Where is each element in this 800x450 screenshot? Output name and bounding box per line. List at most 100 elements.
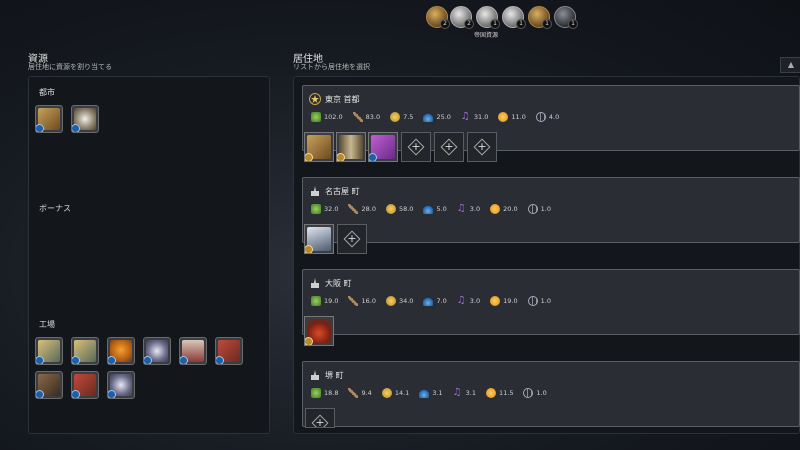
- yield-food-value: 102.0: [324, 113, 343, 121]
- assign-badge-icon: [72, 124, 80, 132]
- music-note-icon: ♫: [460, 111, 470, 122]
- yield-science-value: 7.0: [436, 297, 447, 305]
- settlement-card[interactable]: 東京 首都 102.0 83.0 7.5 25.0 ♫ 31.0 11.0 4.0…: [302, 85, 800, 162]
- happy-face-icon: [486, 388, 496, 398]
- resource-slot-wine[interactable]: [179, 337, 207, 365]
- settlement-card[interactable]: 大阪 町 19.0 16.0 34.0 7.0 ♫ 3.0 19.0 1.0: [302, 269, 800, 346]
- yield-happiness-value: 11.5: [499, 389, 514, 397]
- resource-slot-tools[interactable]: [35, 371, 63, 399]
- yield-gold: 14.1: [381, 388, 410, 398]
- resource-slot-horse[interactable]: [35, 105, 63, 133]
- yield-happiness-value: 20.0: [503, 205, 518, 213]
- resource-slot-pearls[interactable]: [71, 105, 99, 133]
- flask-icon: [423, 204, 434, 214]
- yield-production-value: 28.0: [361, 205, 376, 213]
- assigned-resource-slot[interactable]: [304, 224, 334, 254]
- resource-slot-fish[interactable]: [35, 337, 63, 365]
- blue-badge-icon: [369, 153, 377, 161]
- settlement-header: 名古屋 町: [309, 184, 360, 198]
- yield-culture: ♫ 31.0: [461, 112, 488, 122]
- assign-badge-icon: [108, 356, 116, 364]
- resource-count: 1: [516, 19, 526, 29]
- resource-slot-flowers[interactable]: [107, 371, 135, 399]
- silver-resource-icon[interactable]: 1: [476, 6, 500, 29]
- hammer-icon: [352, 112, 363, 122]
- settlement-card[interactable]: 名古屋 町 32.0 28.0 58.0 5.0 ♫ 3.0 20.0 1.0 +: [302, 177, 800, 254]
- town-icon: [311, 278, 319, 288]
- empty-resource-slot[interactable]: +: [467, 132, 497, 162]
- silver-resource-icon[interactable]: 2: [450, 6, 474, 29]
- yield-influence-value: 1.0: [536, 389, 547, 397]
- yield-science-value: 5.0: [436, 205, 447, 213]
- empty-resource-slot[interactable]: +: [305, 408, 335, 428]
- yield-science-value: 25.0: [436, 113, 451, 121]
- resource-count: 1: [568, 19, 578, 29]
- resource-slot-spices[interactable]: [215, 337, 243, 365]
- empty-resource-slot[interactable]: +: [434, 132, 464, 162]
- settlement-name: 名古屋 町: [325, 186, 360, 196]
- assign-badge-icon: [36, 124, 44, 132]
- globe-icon: [527, 204, 538, 214]
- settlement-slots: + + +: [302, 132, 497, 162]
- assign-badge-icon: [216, 356, 224, 364]
- yield-culture-value: 3.0: [469, 205, 481, 213]
- settlement-header: 堺 町: [309, 368, 344, 382]
- assigned-resource-slot[interactable]: [368, 132, 398, 162]
- settlement-header: 東京 首都: [309, 92, 360, 106]
- yield-influence-value: 1.0: [540, 205, 551, 213]
- category-bonus-label: ボーナス: [39, 204, 71, 213]
- assigned-resource-slot[interactable]: [304, 316, 334, 346]
- gold-badge-icon: [305, 153, 313, 161]
- food-icon: [311, 204, 321, 214]
- resource-slot-fish[interactable]: [71, 337, 99, 365]
- plus-icon: +: [347, 232, 357, 245]
- gold-resource-icon[interactable]: 2: [426, 6, 450, 29]
- music-note-icon: ♫: [452, 387, 462, 398]
- imperial-resources-bar: 2 2 1 1 1 1 帝国資源: [422, 6, 582, 46]
- yield-influence-value: 4.0: [548, 113, 560, 121]
- assign-badge-icon: [36, 390, 44, 398]
- settlement-card[interactable]: 堺 町 18.8 9.4 14.1 3.1 ♫ 3.1 11.5 1.0 +: [302, 361, 800, 428]
- gold-resource-icon[interactable]: 1: [528, 6, 552, 29]
- empty-resource-slot[interactable]: +: [401, 132, 431, 162]
- assign-badge-icon: [72, 356, 80, 364]
- yield-happiness-value: 11.0: [511, 113, 526, 121]
- silver-resource-icon[interactable]: 1: [502, 6, 526, 29]
- assign-badge-icon: [144, 356, 152, 364]
- scroll-up-button[interactable]: ▲: [780, 57, 800, 73]
- settlement-header: 大阪 町: [309, 276, 352, 290]
- resource-slot-citrus[interactable]: [107, 337, 135, 365]
- empty-resource-slot[interactable]: +: [337, 224, 367, 254]
- yield-production: 28.0: [348, 204, 376, 214]
- yield-culture-value: 31.0: [473, 113, 489, 121]
- yield-influence: 4.0: [535, 112, 560, 122]
- hammer-icon: [348, 204, 359, 214]
- yield-gold-value: 7.5: [403, 113, 414, 121]
- yield-gold-value: 14.1: [394, 389, 410, 397]
- settlement-name: 東京 首都: [325, 94, 360, 104]
- settlement-name: 堺 町: [325, 370, 344, 380]
- yield-science: 7.0: [423, 296, 447, 306]
- flask-icon: [423, 296, 434, 306]
- gold-badge-icon: [337, 153, 345, 161]
- assign-badge-icon: [180, 356, 188, 364]
- yield-influence: 1.0: [527, 296, 551, 306]
- yield-food: 102.0: [311, 112, 343, 122]
- flask-icon: [419, 388, 430, 398]
- resource-slot-spices[interactable]: [71, 371, 99, 399]
- dark-resource-icon[interactable]: 1: [554, 6, 578, 29]
- assign-badge-icon: [36, 356, 44, 364]
- flask-icon: [423, 112, 434, 122]
- resources-panel: 都市 ボーナス 工場: [28, 76, 270, 434]
- settlement-slots: +: [302, 224, 367, 254]
- resource-slot-flowers[interactable]: [143, 337, 171, 365]
- food-icon: [311, 388, 321, 398]
- music-note-icon: ♫: [456, 295, 466, 306]
- assigned-resource-slot[interactable]: [304, 132, 334, 162]
- yield-food: 18.8: [311, 388, 338, 398]
- assigned-resource-slot[interactable]: [336, 132, 366, 162]
- happy-face-icon: [490, 204, 501, 214]
- hammer-icon: [348, 296, 359, 306]
- yield-food-value: 19.0: [324, 297, 339, 305]
- resources-subtitle: 居住地に資源を割り当てる: [28, 63, 112, 71]
